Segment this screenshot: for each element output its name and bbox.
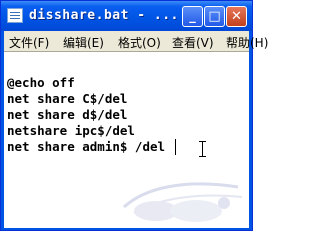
notepad-icon[interactable] bbox=[7, 8, 23, 23]
title-bar[interactable]: disshare.bat - ... _ □ ✕ bbox=[1, 1, 252, 31]
text-editor-area[interactable]: @echo off net share C$/del net share d$/… bbox=[4, 51, 249, 228]
minimize-button[interactable]: _ bbox=[182, 6, 203, 27]
menu-format[interactable]: 格式(O) bbox=[118, 34, 161, 51]
menu-bar: 文件(F) 编辑(E) 格式(O) 查看(V) 帮助(H) bbox=[4, 31, 268, 51]
close-button[interactable]: ✕ bbox=[226, 6, 247, 27]
notepad-window: disshare.bat - ... _ □ ✕ 文件(F) 编辑(E) 格式(… bbox=[0, 0, 268, 231]
editor-line: net share C$/del bbox=[7, 91, 128, 106]
maximize-button[interactable]: □ bbox=[204, 6, 225, 27]
menu-file[interactable]: 文件(F) bbox=[9, 34, 49, 51]
site-logo-watermark bbox=[122, 182, 243, 222]
editor-line: net share d$/del bbox=[7, 107, 128, 122]
editor-line: @echo off bbox=[7, 75, 75, 90]
editor-line: netshare ipc$/del bbox=[7, 123, 135, 138]
menu-help[interactable]: 帮助(H) bbox=[226, 34, 268, 51]
text-caret bbox=[175, 139, 176, 155]
text-cursor-icon bbox=[198, 141, 207, 157]
menu-edit[interactable]: 编辑(E) bbox=[63, 34, 104, 51]
menu-view[interactable]: 查看(V) bbox=[172, 34, 214, 51]
editor-line: net share admin$ /del bbox=[7, 139, 166, 154]
window-title: disshare.bat - ... bbox=[29, 8, 179, 23]
